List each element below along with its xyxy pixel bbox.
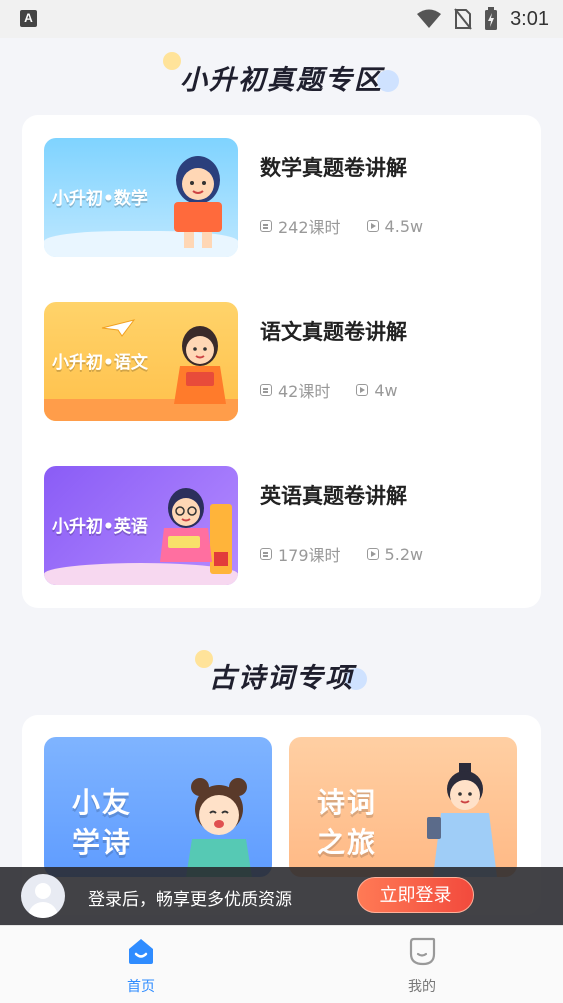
- lessons-count: 42课时: [278, 382, 331, 401]
- course-title-chinese: 语文真题卷讲解: [260, 320, 407, 344]
- course-meta-math: 242课时 4.5w: [260, 214, 423, 238]
- avatar: [21, 874, 65, 918]
- section-header-poetry: 古诗词专项: [0, 648, 563, 698]
- exam-card: 小升初•数学 数学真题卷讲解 242课时 4.5w 小升初•语文 语文真题卷讲解…: [22, 115, 541, 608]
- section-title-poetry: 古诗词专项: [209, 663, 354, 694]
- section-title-exam: 小升初真题专区: [180, 65, 383, 96]
- course-thumbnail-math: 小升初•数学: [44, 138, 238, 257]
- lessons-icon: [260, 384, 272, 396]
- course-item-chinese[interactable]: 小升初•语文 语文真题卷讲解 42课时 4w: [44, 302, 524, 422]
- home-icon: [129, 939, 153, 964]
- views-count: 4.5w: [384, 216, 424, 236]
- battery-charging-icon: [485, 7, 498, 30]
- section-header-exam: 小升初真题专区: [0, 50, 563, 100]
- views-count: 5.2w: [384, 544, 424, 564]
- login-prompt-text: 登录后，畅享更多优质资源: [88, 890, 292, 910]
- course-title-english: 英语真题卷讲解: [260, 484, 407, 508]
- play-icon: [356, 384, 369, 396]
- poetry-title-xiaoyou: 小友 学诗: [72, 786, 133, 859]
- course-thumbnail-english: 小升初•英语: [44, 466, 238, 585]
- lessons-count: 179课时: [278, 546, 341, 565]
- girl-reading-icon: [160, 488, 232, 574]
- girl-reading-icon: [174, 156, 222, 248]
- nav-label-home: 首页: [127, 979, 155, 995]
- scholar-icon: [427, 763, 497, 877]
- lessons-count: 242课时: [278, 218, 341, 237]
- thumb-label-math: 小升初•数学: [52, 189, 148, 209]
- course-item-math[interactable]: 小升初•数学 数学真题卷讲解 242课时 4.5w: [44, 138, 524, 258]
- login-button[interactable]: 立即登录: [357, 877, 474, 913]
- paper-plane-icon: [101, 319, 136, 337]
- play-icon: [366, 548, 379, 560]
- thumb-label-english: 小升初•英语: [52, 517, 148, 537]
- nav-label-profile: 我的: [408, 979, 436, 995]
- course-meta-english: 179课时 5.2w: [260, 542, 423, 566]
- course-thumbnail-chinese: 小升初•语文: [44, 302, 238, 421]
- notification-a-icon: A: [20, 10, 37, 27]
- no-sim-icon: [454, 8, 472, 30]
- play-icon: [366, 220, 379, 232]
- poetry-item-xiaoyou[interactable]: 小友 学诗: [44, 737, 272, 877]
- login-banner: 登录后，畅享更多优质资源 立即登录: [0, 867, 563, 925]
- course-title-math: 数学真题卷讲解: [260, 156, 407, 180]
- girl-reading-icon: [174, 326, 226, 404]
- status-time: 3:01: [510, 7, 549, 30]
- thumb-label-chinese: 小升初•语文: [52, 353, 148, 373]
- lessons-icon: [260, 548, 272, 560]
- nav-item-profile[interactable]: 我的: [362, 936, 482, 996]
- status-bar: A 3:01: [0, 0, 563, 38]
- child-poet-icon: [186, 778, 252, 877]
- course-item-english[interactable]: 小升初•英语 英语真题卷讲解 179课时 5.2w: [44, 466, 524, 586]
- lessons-icon: [260, 220, 272, 232]
- poetry-item-journey[interactable]: 诗词 之旅: [289, 737, 517, 877]
- views-count: 4w: [374, 380, 398, 400]
- poetry-title-journey: 诗词 之旅: [317, 786, 378, 859]
- profile-icon: [409, 937, 436, 966]
- course-meta-chinese: 42课时 4w: [260, 378, 398, 402]
- bottom-nav: 首页 我的: [0, 925, 563, 1003]
- nav-item-home[interactable]: 首页: [81, 936, 201, 996]
- wifi-icon: [417, 9, 442, 28]
